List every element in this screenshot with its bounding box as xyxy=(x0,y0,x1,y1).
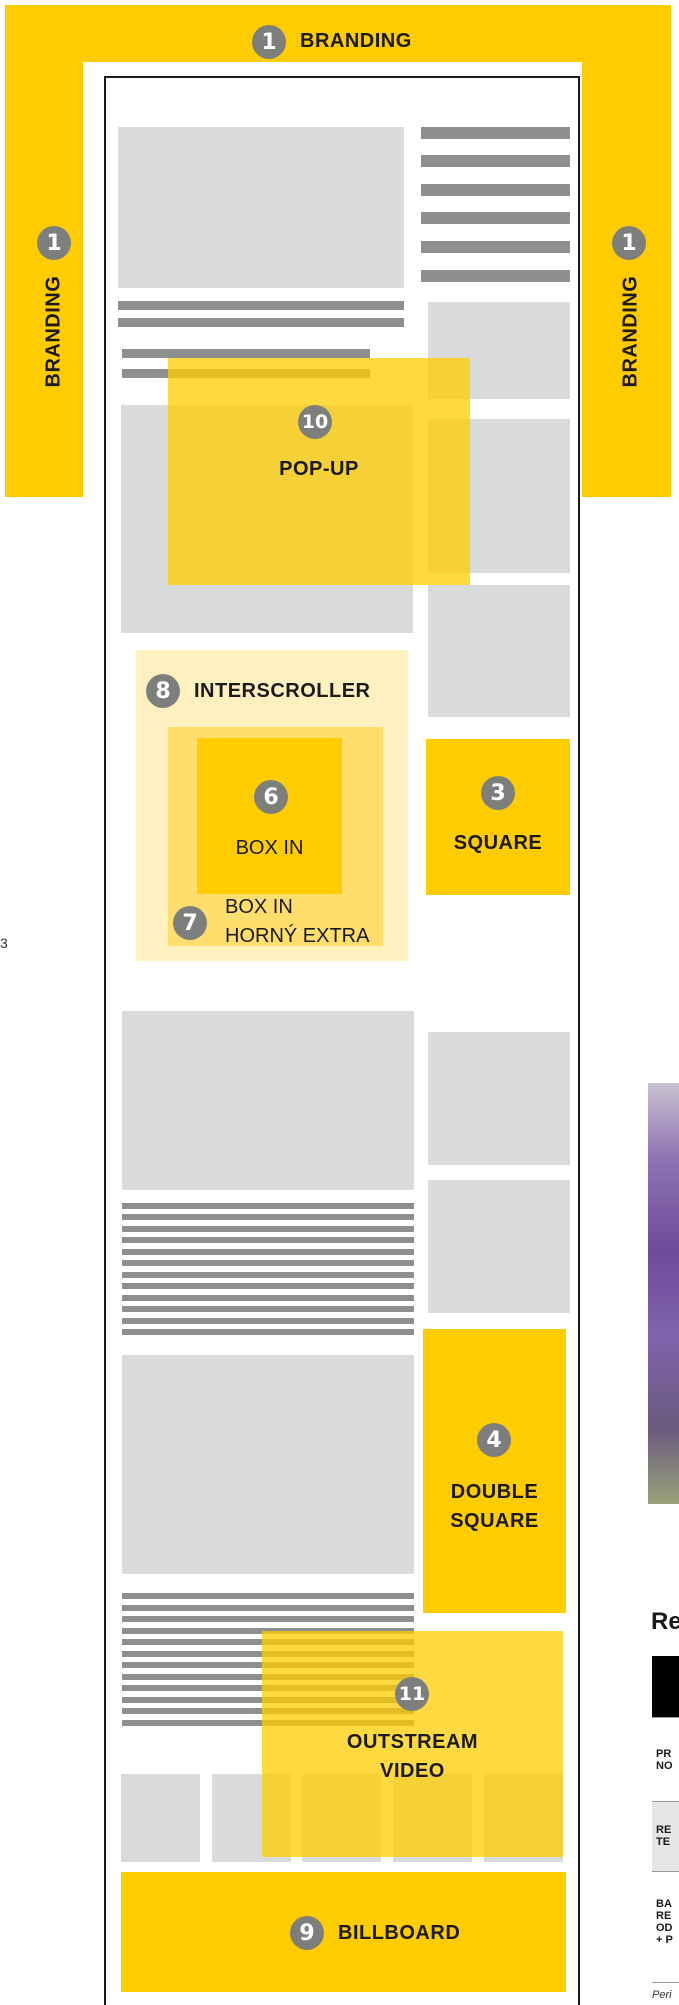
article-text-line xyxy=(122,1260,414,1266)
headline-text-line xyxy=(118,318,404,327)
sidebar-text-line xyxy=(421,270,570,282)
popup-label: POP-UP xyxy=(279,458,359,480)
hero-image-placeholder xyxy=(118,127,404,288)
sidebar-thumbnail xyxy=(428,1180,570,1313)
sidebar-thumbnail xyxy=(428,585,570,717)
box-in-extra-label-line1: BOX IN xyxy=(225,896,293,918)
article-text-line xyxy=(122,1616,414,1622)
table-row-text: + P xyxy=(656,1934,673,1946)
lavender-photo xyxy=(648,1083,679,1504)
table-row-text: RE xyxy=(656,1910,672,1922)
article-text-line xyxy=(122,1203,414,1209)
sidebar-text-line xyxy=(421,155,570,167)
table-row-text: BA xyxy=(656,1898,672,1910)
popup-badge: 10 xyxy=(298,405,332,439)
sidebar-text-line xyxy=(421,212,570,224)
double-square-label-line2: SQUARE xyxy=(450,1510,539,1532)
box-in-label: BOX IN xyxy=(235,837,304,859)
billboard-label: BILLBOARD xyxy=(338,1922,461,1944)
branding-top-label: BRANDING xyxy=(300,30,412,52)
table-footnote: Peri xyxy=(652,1989,672,2001)
interscroller-badge: 8 xyxy=(146,674,180,708)
outstream-badge: 11 xyxy=(395,1677,429,1711)
article-text-line xyxy=(122,1272,414,1278)
interscroller-label: INTERSCROLLER xyxy=(194,680,371,702)
article-text-line xyxy=(122,1226,414,1232)
box-in-extra-badge: 7 xyxy=(173,906,207,940)
square-badge: 3 xyxy=(481,776,515,810)
table-row-text: PR xyxy=(656,1748,672,1760)
branding-left-badge: 1 xyxy=(37,226,71,260)
article-text-line xyxy=(122,1214,414,1220)
square-ad-zone xyxy=(426,739,570,895)
branding-left-label: BRANDING xyxy=(42,275,65,388)
left-edge-fragment: 3 xyxy=(0,935,8,951)
double-square-label-line1: DOUBLE xyxy=(450,1481,539,1503)
square-label: SQUARE xyxy=(453,832,543,854)
table-row-text: RE xyxy=(656,1824,672,1836)
table-row: RE TE xyxy=(652,1801,679,1872)
table-row-text: TE xyxy=(656,1836,671,1848)
article-text-line xyxy=(122,1593,414,1599)
article-text-line xyxy=(122,1605,414,1611)
sidebar-thumbnail xyxy=(428,1032,570,1165)
article-text-line xyxy=(122,1306,414,1312)
article-text-line xyxy=(122,1295,414,1301)
article-text-line xyxy=(122,1329,414,1335)
table-header-cell xyxy=(652,1656,679,1717)
sidebar-text-line xyxy=(421,127,570,139)
headline-text-line xyxy=(118,301,404,310)
outstream-label-line2: VIDEO xyxy=(380,1760,445,1782)
article-text-line xyxy=(122,1283,414,1289)
article-image-placeholder xyxy=(122,1355,414,1574)
branding-right-badge: 1 xyxy=(612,226,646,260)
double-square-badge: 4 xyxy=(477,1423,511,1457)
sidebar-text-line xyxy=(421,241,570,253)
box-in-badge: 6 xyxy=(254,780,288,814)
table-row: BA RE OD + P xyxy=(652,1871,679,1983)
table-row: PR NO xyxy=(652,1717,679,1802)
table-row-text: NO xyxy=(656,1760,673,1772)
branding-top-badge: 1 xyxy=(252,25,286,59)
article-text-line xyxy=(122,1318,414,1324)
sidebar-heading: Re xyxy=(651,1608,679,1635)
table-row-text: OD xyxy=(656,1922,673,1934)
billboard-badge: 9 xyxy=(290,1916,324,1950)
headline-text-line xyxy=(122,349,370,358)
box-in-extra-label-line2: HORNÝ EXTRA xyxy=(225,925,370,947)
outstream-label-line1: OUTSTREAM xyxy=(346,1731,479,1753)
article-text-line xyxy=(122,1237,414,1243)
article-image-placeholder xyxy=(122,1011,414,1190)
double-square-ad-zone xyxy=(423,1329,566,1613)
article-text-line xyxy=(122,1249,414,1255)
sidebar-text-line xyxy=(421,184,570,196)
box-in-ad-zone xyxy=(197,738,342,894)
branding-right-label: BRANDING xyxy=(619,275,642,388)
thumbnail-row-item xyxy=(121,1774,200,1862)
